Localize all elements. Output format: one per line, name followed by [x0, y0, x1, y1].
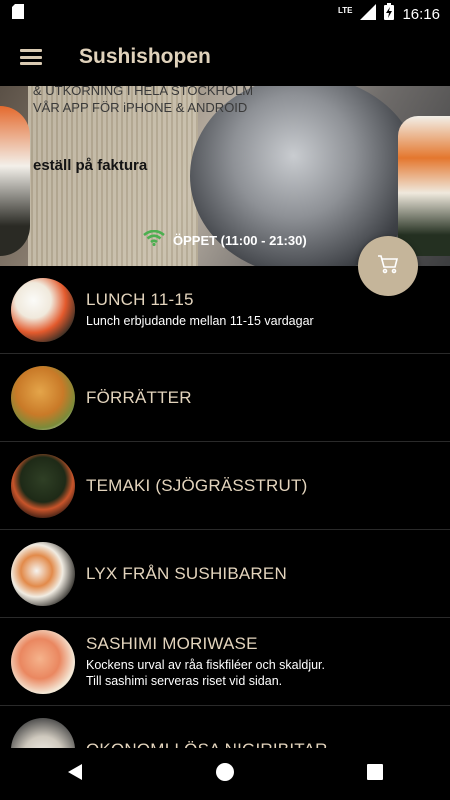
category-thumbnail [11, 277, 75, 342]
category-thumbnail [11, 541, 75, 606]
sd-card-icon [12, 4, 24, 24]
category-name: TEMAKI (SJÖGRÄSSTRUT) [86, 475, 308, 495]
wifi-icon [143, 229, 165, 251]
home-icon [216, 762, 234, 786]
menu-category-list: LUNCH 11-15 Lunch erbjudande mellan 11-1… [0, 266, 450, 794]
category-description-line: Till sashimi serveras riset vid sidan. [86, 674, 283, 688]
category-thumbnail [11, 453, 75, 518]
battery-charging-icon [384, 3, 395, 25]
hamburger-menu-icon[interactable] [20, 49, 42, 65]
category-description: Kockens urval av råa fiskfiléer och skal… [86, 657, 325, 689]
banner-delivery-text: & UTKÖRNING I HELA STOCKHOLM [33, 86, 254, 98]
clock: 16:16 [402, 5, 440, 23]
category-name: SASHIMI MORIWASE [86, 634, 258, 653]
cart-button[interactable] [358, 236, 418, 296]
app-bar: Sushishopen [0, 28, 450, 86]
status-bar: LTE 16:16 [0, 0, 450, 28]
category-thumbnail [11, 365, 75, 430]
category-thumbnail [11, 629, 75, 694]
home-button[interactable] [195, 754, 255, 794]
menu-item-temaki[interactable]: TEMAKI (SJÖGRÄSSTRUT) [0, 442, 450, 530]
back-icon [67, 763, 83, 786]
banner-app-text: VÅR APP FÖR iPHONE & ANDROID [33, 100, 248, 115]
network-type: LTE [337, 5, 353, 15]
recents-button[interactable] [345, 754, 405, 794]
opening-status: ÖPPET (11:00 - 21:30) [143, 229, 307, 251]
system-nav-bar [0, 748, 450, 800]
sushi-roll-image [0, 106, 30, 256]
recents-icon [367, 763, 383, 785]
category-name: LYX FRÅN SUSHIBAREN [86, 563, 287, 583]
sushi-roll-image [398, 116, 450, 256]
signal-icon [360, 3, 377, 25]
back-button[interactable] [45, 754, 105, 794]
category-description-line: Kockens urval av råa fiskfiléer och skal… [86, 658, 325, 672]
cart-icon [377, 254, 399, 279]
app-title: Sushishopen [79, 45, 211, 68]
menu-item-lyx[interactable]: LYX FRÅN SUSHIBAREN [0, 530, 450, 618]
category-name: LUNCH 11-15 [86, 290, 194, 309]
menu-item-forratter[interactable]: FÖRRÄTTER [0, 354, 450, 442]
category-description: Lunch erbjudande mellan 11-15 vardagar [86, 314, 314, 328]
banner-invoice-text: eställ på faktura [33, 157, 148, 174]
opening-hours: ÖPPET (11:00 - 21:30) [173, 233, 307, 248]
menu-item-sashimi[interactable]: SASHIMI MORIWASE Kockens urval av råa fi… [0, 618, 450, 706]
category-name: FÖRRÄTTER [86, 387, 192, 407]
